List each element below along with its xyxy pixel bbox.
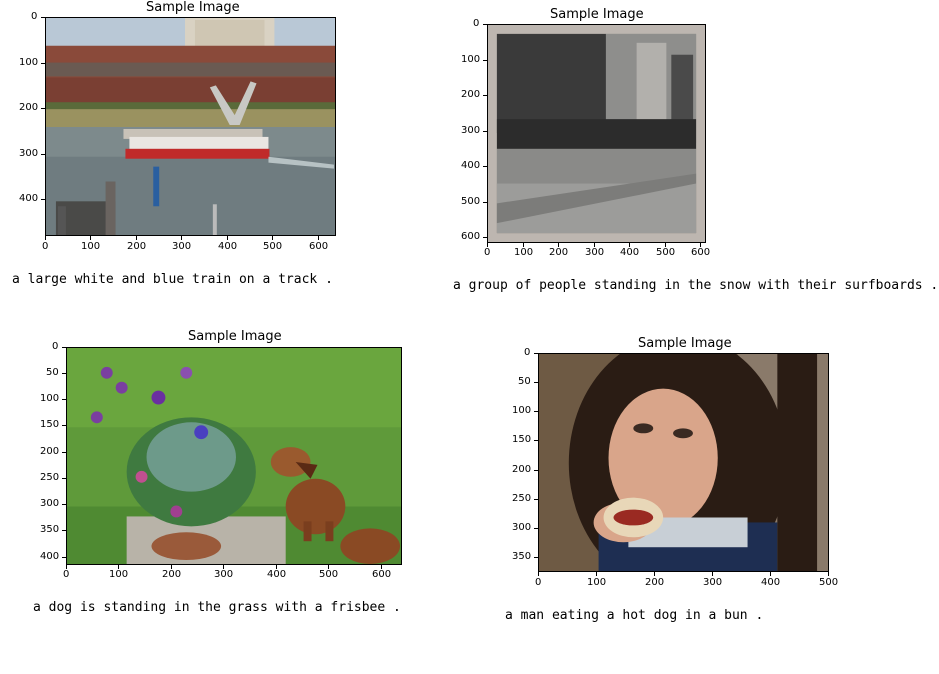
x-tick-label: 400	[267, 569, 287, 580]
x-tick-label: 500	[656, 247, 676, 258]
y-tick-label: 150	[512, 434, 532, 445]
x-tick-label: 400	[218, 241, 238, 252]
y-tick-label: 500	[461, 196, 481, 207]
y-tick-label: 150	[40, 419, 60, 430]
x-tick-label: 300	[585, 247, 605, 258]
y-tick-label: 250	[512, 493, 532, 504]
x-tick-label: 400	[761, 577, 781, 588]
panel-title: Sample Image	[550, 7, 644, 22]
x-tick-label: 200	[645, 577, 665, 588]
girl-eating-photo	[539, 354, 828, 571]
y-tick-label: 250	[40, 472, 60, 483]
x-tick-label: 200	[127, 241, 147, 252]
x-tick-label: 500	[819, 577, 839, 588]
y-tick-label: 100	[19, 57, 39, 68]
x-tick-label: 300	[214, 569, 234, 580]
y-tick-label: 100	[461, 54, 481, 65]
image-caption: a large white and blue train on a track …	[12, 272, 333, 287]
x-tick-label: 600	[372, 569, 392, 580]
panel-title: Sample Image	[146, 0, 240, 15]
x-tick-label: 0	[42, 241, 49, 252]
x-tick-label: 300	[703, 577, 723, 588]
y-tick-label: 300	[512, 522, 532, 533]
y-tick-label: 0	[473, 18, 480, 29]
x-tick-label: 100	[514, 247, 534, 258]
river-boat-photo	[46, 18, 335, 235]
panel-title: Sample Image	[638, 336, 732, 351]
x-tick-label: 600	[309, 241, 329, 252]
x-tick-label: 0	[63, 569, 70, 580]
y-tick-label: 0	[524, 347, 531, 358]
image-caption: a man eating a hot dog in a bun .	[505, 608, 764, 623]
image-caption: a group of people standing in the snow w…	[453, 278, 939, 293]
y-tick-label: 350	[512, 551, 532, 562]
x-tick-label: 100	[587, 577, 607, 588]
x-tick-label: 600	[691, 247, 711, 258]
y-tick-label: 350	[40, 524, 60, 535]
y-tick-label: 400	[461, 160, 481, 171]
y-tick-label: 200	[512, 464, 532, 475]
x-tick-label: 200	[162, 569, 182, 580]
x-tick-label: 100	[109, 569, 129, 580]
y-tick-label: 200	[40, 446, 60, 457]
y-tick-label: 100	[512, 405, 532, 416]
y-tick-label: 50	[518, 376, 531, 387]
x-tick-label: 0	[535, 577, 542, 588]
y-tick-label: 100	[40, 393, 60, 404]
x-tick-label: 400	[620, 247, 640, 258]
image-caption: a dog is standing in the grass with a fr…	[33, 600, 401, 615]
y-tick-label: 300	[40, 498, 60, 509]
black-white-hall-photo	[488, 25, 705, 242]
y-tick-label: 600	[461, 231, 481, 242]
y-tick-label: 200	[19, 102, 39, 113]
image-axes	[538, 353, 829, 572]
y-tick-label: 0	[31, 11, 38, 22]
x-tick-label: 500	[319, 569, 339, 580]
x-tick-label: 0	[484, 247, 491, 258]
y-tick-label: 200	[461, 89, 481, 100]
y-tick-label: 400	[40, 551, 60, 562]
y-tick-label: 300	[461, 125, 481, 136]
x-tick-label: 200	[549, 247, 569, 258]
x-tick-label: 500	[263, 241, 283, 252]
image-axes	[45, 17, 336, 236]
x-tick-label: 300	[172, 241, 192, 252]
x-tick-label: 100	[81, 241, 101, 252]
y-tick-label: 50	[46, 367, 59, 378]
dog-flowers-photo	[67, 348, 401, 564]
y-tick-label: 400	[19, 193, 39, 204]
y-tick-label: 0	[52, 341, 59, 352]
panel-title: Sample Image	[188, 329, 282, 344]
y-tick-label: 300	[19, 148, 39, 159]
image-axes	[66, 347, 402, 565]
image-axes	[487, 24, 706, 243]
